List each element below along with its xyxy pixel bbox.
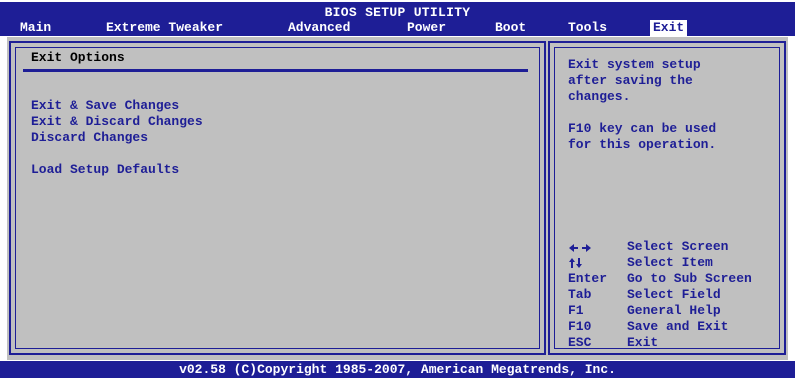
top-menu-bar: BIOS SETUP UTILITY Main Extreme Tweaker …	[0, 2, 795, 36]
help-panel: Exit system setup after saving the chang…	[548, 41, 786, 355]
section-divider	[23, 69, 528, 72]
key-desc-select-item: Select Item	[627, 255, 713, 270]
help-text-line: Exit system setup	[568, 57, 701, 72]
help-text-line: changes.	[568, 89, 631, 104]
menu-tab-main[interactable]: Main	[20, 20, 51, 36]
menu-tab-extreme-tweaker[interactable]: Extreme Tweaker	[106, 20, 223, 36]
menu-tab-advanced[interactable]: Advanced	[288, 20, 350, 36]
key-label-tab: Tab	[568, 287, 592, 302]
footer-bar: v02.58 (C)Copyright 1985-2007, American …	[0, 361, 795, 378]
key-label-f1: F1	[568, 303, 584, 318]
key-desc-sub-screen: Go to Sub Screen	[627, 271, 752, 286]
help-text-line: after saving the	[568, 73, 693, 88]
menu-tab-power[interactable]: Power	[407, 20, 446, 36]
menu-tab-boot[interactable]: Boot	[495, 20, 526, 36]
copyright-text: v02.58 (C)Copyright 1985-2007, American …	[179, 362, 616, 377]
up-down-arrows-icon	[569, 258, 582, 268]
key-desc-exit: Exit	[627, 335, 659, 350]
exit-options-inner-frame	[15, 47, 540, 349]
exit-options-panel: Exit Options Exit & Save Changes Exit & …	[9, 41, 546, 355]
menu-tab-tools[interactable]: Tools	[568, 20, 607, 36]
option-load-setup-defaults[interactable]: Load Setup Defaults	[31, 162, 179, 178]
left-right-arrows-icon	[569, 244, 591, 252]
key-desc-general-help: General Help	[627, 303, 721, 318]
bios-screen: BIOS SETUP UTILITY Main Extreme Tweaker …	[0, 0, 795, 378]
help-text-line: for this operation.	[568, 137, 717, 152]
help-text-line: F10 key can be used	[568, 121, 717, 136]
option-discard-changes[interactable]: Discard Changes	[31, 130, 148, 146]
section-title: Exit Options	[31, 50, 125, 65]
option-exit-discard-changes[interactable]: Exit & Discard Changes	[31, 114, 203, 130]
key-label-enter: Enter	[568, 271, 608, 286]
bios-title: BIOS SETUP UTILITY	[324, 5, 471, 20]
key-label-esc: ESC	[568, 335, 592, 350]
main-area: Exit Options Exit & Save Changes Exit & …	[7, 37, 788, 360]
key-desc-select-screen: Select Screen	[627, 239, 729, 254]
option-exit-save-changes[interactable]: Exit & Save Changes	[31, 98, 179, 114]
key-desc-select-field: Select Field	[627, 287, 721, 302]
key-label-f10: F10	[568, 319, 592, 334]
key-desc-save-and-exit: Save and Exit	[627, 319, 729, 334]
menu-tab-exit[interactable]: Exit	[650, 20, 688, 36]
